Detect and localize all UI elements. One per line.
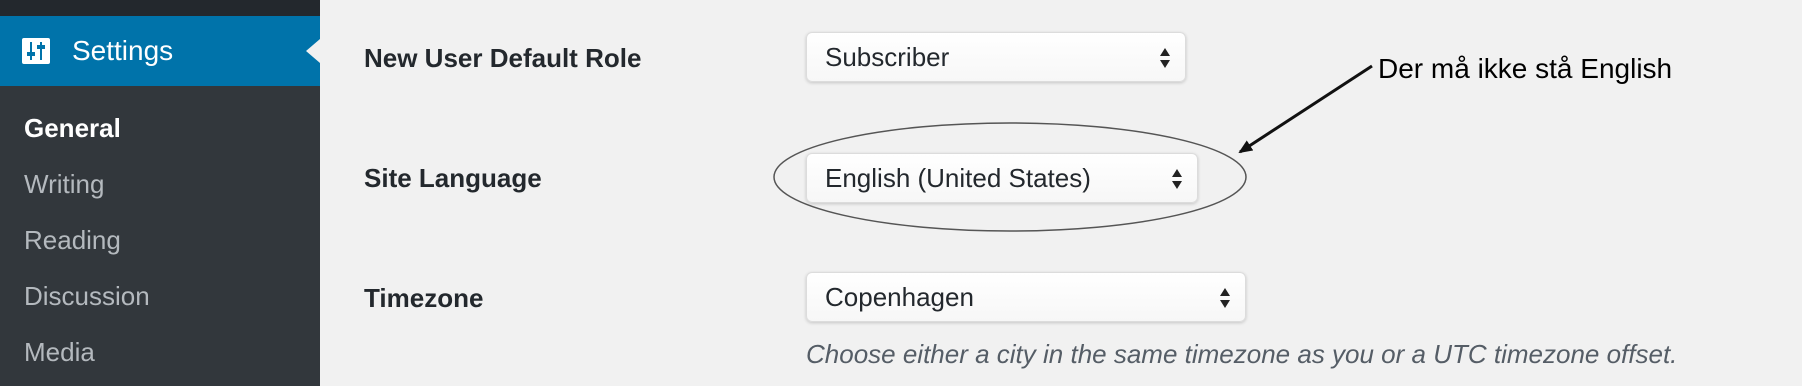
sidebar-menu-label: Settings	[72, 35, 174, 66]
select-arrows-icon	[1160, 48, 1170, 68]
select-arrows-icon	[1172, 169, 1182, 189]
settings-sliders-icon	[22, 38, 50, 64]
submenu-item-general[interactable]: General	[24, 112, 121, 144]
annotation-arrow	[1238, 64, 1373, 154]
timezone-select[interactable]: Copenhagen	[806, 272, 1246, 322]
site-language-select[interactable]: English (United States)	[806, 153, 1198, 203]
submenu-item-discussion[interactable]: Discussion	[24, 280, 150, 312]
settings-page: Settings General Writing Reading Discuss…	[0, 0, 1802, 386]
admin-sidebar: Settings General Writing Reading Discuss…	[0, 0, 320, 386]
select-arrows-icon	[1220, 288, 1230, 308]
site-language-value: English (United States)	[825, 163, 1091, 193]
active-indicator	[306, 39, 320, 63]
default-role-value: Subscriber	[825, 42, 950, 72]
timezone-label: Timezone	[364, 283, 484, 313]
default-role-select[interactable]: Subscriber	[806, 32, 1186, 82]
submenu-item-reading[interactable]: Reading	[24, 224, 121, 256]
timezone-value: Copenhagen	[825, 282, 974, 312]
sidebar-item-settings[interactable]: Settings	[0, 16, 320, 86]
submenu-item-writing[interactable]: Writing	[24, 168, 104, 200]
default-role-label: New User Default Role	[364, 43, 642, 73]
sidebar-top-strip	[0, 0, 320, 16]
timezone-description: Choose either a city in the same timezon…	[806, 339, 1678, 369]
site-language-label: Site Language	[364, 163, 542, 193]
submenu-item-media[interactable]: Media	[24, 336, 95, 368]
annotation-text: Der må ikke stå English	[1378, 53, 1673, 84]
